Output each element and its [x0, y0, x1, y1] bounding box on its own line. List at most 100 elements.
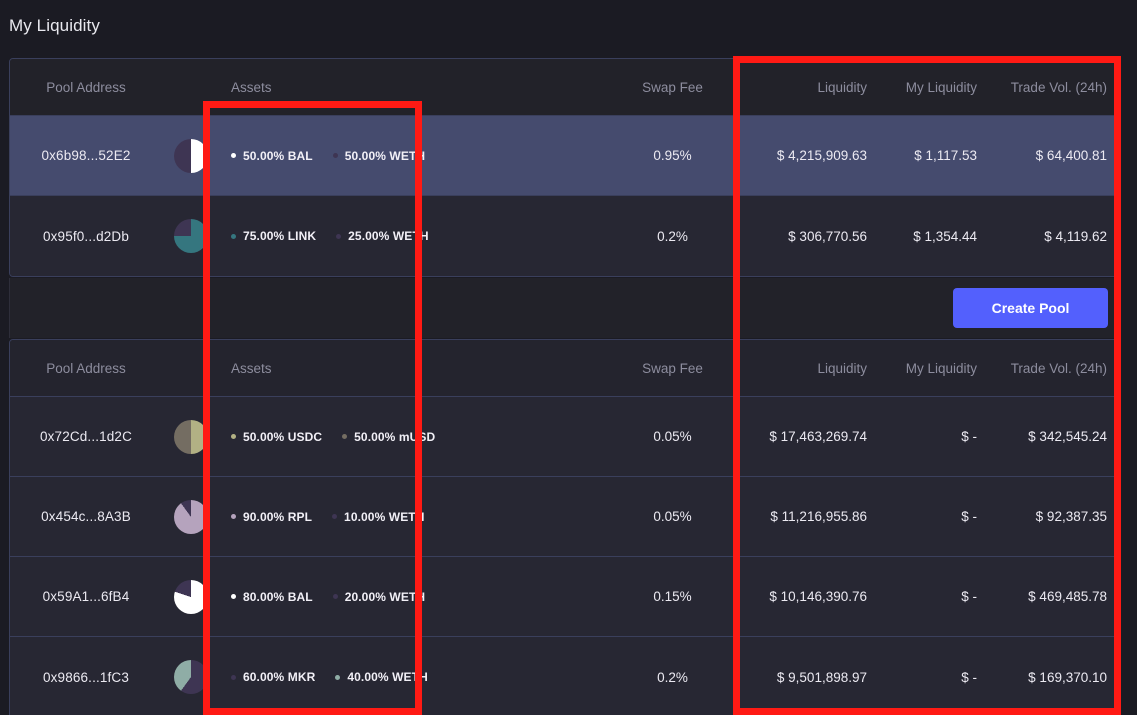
pool-address-cell[interactable]: 0x454c...8A3B [10, 509, 162, 524]
table-row[interactable]: 0x72Cd...1d2C 50.00% USDC 50.00% mUSD 0.05%… [10, 397, 1118, 477]
swap-fee-cell: 0.2% [593, 670, 752, 685]
asset-weight-item: 50.00% mUSD [342, 430, 435, 444]
asset-color-dot-icon [231, 434, 236, 439]
asset-color-dot-icon [332, 514, 337, 519]
column-header-liquidity[interactable]: Liquidity [752, 361, 879, 376]
pool-address-cell[interactable]: 0x95f0...d2Db [10, 229, 162, 244]
liquidity-cell: $ 9,501,898.97 [752, 670, 879, 685]
asset-color-dot-icon [336, 234, 341, 239]
my-liquidity-cell: $ - [879, 670, 987, 685]
swap-fee-cell: 0.15% [593, 589, 752, 604]
asset-color-dot-icon [231, 675, 236, 680]
table-header-row: Pool Address Assets Swap Fee Liquidity M… [10, 59, 1118, 116]
asset-color-dot-icon [335, 675, 340, 680]
my-liquidity-table: Pool Address Assets Swap Fee Liquidity M… [9, 58, 1119, 277]
column-header-pool-address[interactable]: Pool Address [10, 361, 162, 376]
asset-weight-item: 75.00% LINK [231, 229, 316, 243]
asset-weight-item: 60.00% MKR [231, 670, 315, 684]
create-pool-button[interactable]: Create Pool [953, 288, 1108, 328]
asset-label: 90.00% RPL [243, 510, 312, 524]
asset-weight-item: 40.00% WETH [335, 670, 427, 684]
asset-label: 50.00% mUSD [354, 430, 435, 444]
asset-color-dot-icon [231, 153, 236, 158]
table-row[interactable]: 0x454c...8A3B90.00% RPL10.00% WETH0.05%$… [10, 477, 1118, 557]
my-liquidity-cell: $ 1,117.53 [879, 148, 987, 163]
table-row[interactable]: 0x6b98...52E250.00% BAL50.00% WETH0.95%$… [10, 116, 1118, 196]
asset-color-dot-icon [231, 594, 236, 599]
column-header-swap-fee[interactable]: Swap Fee [593, 361, 752, 376]
liquidity-cell: $ 306,770.56 [752, 229, 879, 244]
swap-fee-cell: 0.2% [593, 229, 752, 244]
column-header-swap-fee[interactable]: Swap Fee [593, 80, 752, 95]
asset-allocation-pie-icon [162, 219, 220, 253]
my-liquidity-cell: $ 1,354.44 [879, 229, 987, 244]
assets-cell: 80.00% BAL 20.00% WETH [220, 590, 593, 604]
asset-allocation-pie-icon [162, 420, 220, 454]
table-row[interactable]: 0x9866...1fC360.00% MKR40.00% WETH0.2%$ … [10, 637, 1118, 715]
column-header-trade-volume[interactable]: Trade Vol. (24h) [987, 80, 1118, 95]
asset-label: 25.00% WETH [348, 229, 428, 243]
asset-color-dot-icon [333, 594, 338, 599]
pool-address-cell[interactable]: 0x59A1...6fB4 [10, 589, 162, 604]
shared-pools-toolbar: Create Pool [9, 278, 1119, 338]
trade-volume-cell: $ 64,400.81 [987, 148, 1118, 163]
trade-volume-cell: $ 92,387.35 [987, 509, 1118, 524]
column-header-pool-address[interactable]: Pool Address [10, 80, 162, 95]
trade-volume-cell: $ 469,485.78 [987, 589, 1118, 604]
asset-label: 50.00% BAL [243, 149, 313, 163]
column-header-my-liquidity[interactable]: My Liquidity [879, 80, 987, 95]
column-header-assets[interactable]: Assets [220, 80, 593, 95]
column-header-assets[interactable]: Assets [220, 361, 593, 376]
assets-cell: 50.00% BAL 50.00% WETH [220, 149, 593, 163]
asset-allocation-pie-icon [162, 660, 220, 694]
assets-cell: 90.00% RPL 10.00% WETH [220, 510, 593, 524]
asset-weight-item: 20.00% WETH [333, 590, 425, 604]
asset-color-dot-icon [333, 153, 338, 158]
asset-label: 20.00% WETH [345, 590, 425, 604]
liquidity-cell: $ 11,216,955.86 [752, 509, 879, 524]
assets-cell: 75.00% LINK 25.00% WETH [220, 229, 593, 243]
pool-address-cell[interactable]: 0x6b98...52E2 [10, 148, 162, 163]
asset-weight-item: 90.00% RPL [231, 510, 312, 524]
swap-fee-cell: 0.05% [593, 509, 752, 524]
asset-label: 50.00% USDC [243, 430, 322, 444]
pool-address-cell[interactable]: 0x9866...1fC3 [10, 670, 162, 685]
asset-label: 50.00% WETH [345, 149, 425, 163]
liquidity-cell: $ 10,146,390.76 [752, 589, 879, 604]
trade-volume-cell: $ 169,370.10 [987, 670, 1118, 685]
column-header-liquidity[interactable]: Liquidity [752, 80, 879, 95]
table-row[interactable]: 0x95f0...d2Db75.00% LINK25.00% WETH0.2%$… [10, 196, 1118, 276]
liquidity-page: My Liquidity Pool Address Assets Swap Fe… [0, 0, 1137, 715]
assets-cell: 60.00% MKR 40.00% WETH [220, 670, 593, 684]
my-liquidity-cell: $ - [879, 429, 987, 444]
asset-weight-item: 25.00% WETH [336, 229, 428, 243]
column-header-trade-volume[interactable]: Trade Vol. (24h) [987, 361, 1118, 376]
asset-allocation-pie-icon [162, 139, 220, 173]
asset-color-dot-icon [342, 434, 347, 439]
my-liquidity-cell: $ - [879, 589, 987, 604]
shared-pools-table: Pool Address Assets Swap Fee Liquidity M… [9, 339, 1119, 715]
asset-label: 60.00% MKR [243, 670, 315, 684]
swap-fee-cell: 0.05% [593, 429, 752, 444]
column-header-my-liquidity[interactable]: My Liquidity [879, 361, 987, 376]
asset-weight-item: 80.00% BAL [231, 590, 313, 604]
my-liquidity-body: 0x6b98...52E250.00% BAL50.00% WETH0.95%$… [10, 116, 1118, 276]
asset-weight-item: 50.00% WETH [333, 149, 425, 163]
trade-volume-cell: $ 4,119.62 [987, 229, 1118, 244]
asset-weight-item: 50.00% USDC [231, 430, 322, 444]
asset-label: 75.00% LINK [243, 229, 316, 243]
assets-cell: 50.00% USDC 50.00% mUSD [220, 430, 593, 444]
pool-address-cell[interactable]: 0x72Cd...1d2C [10, 429, 162, 444]
liquidity-cell: $ 4,215,909.63 [752, 148, 879, 163]
my-liquidity-title: My Liquidity [0, 16, 100, 36]
asset-label: 40.00% WETH [347, 670, 427, 684]
shared-pools-body: 0x72Cd...1d2C 50.00% USDC 50.00% mUSD 0.05%… [10, 397, 1118, 715]
my-liquidity-cell: $ - [879, 509, 987, 524]
table-row[interactable]: 0x59A1...6fB480.00% BAL20.00% WETH0.15%$… [10, 557, 1118, 637]
asset-allocation-pie-icon [162, 580, 220, 614]
asset-label: 10.00% WETH [344, 510, 424, 524]
swap-fee-cell: 0.95% [593, 148, 752, 163]
trade-volume-cell: $ 342,545.24 [987, 429, 1118, 444]
asset-color-dot-icon [231, 234, 236, 239]
asset-weight-item: 50.00% BAL [231, 149, 313, 163]
